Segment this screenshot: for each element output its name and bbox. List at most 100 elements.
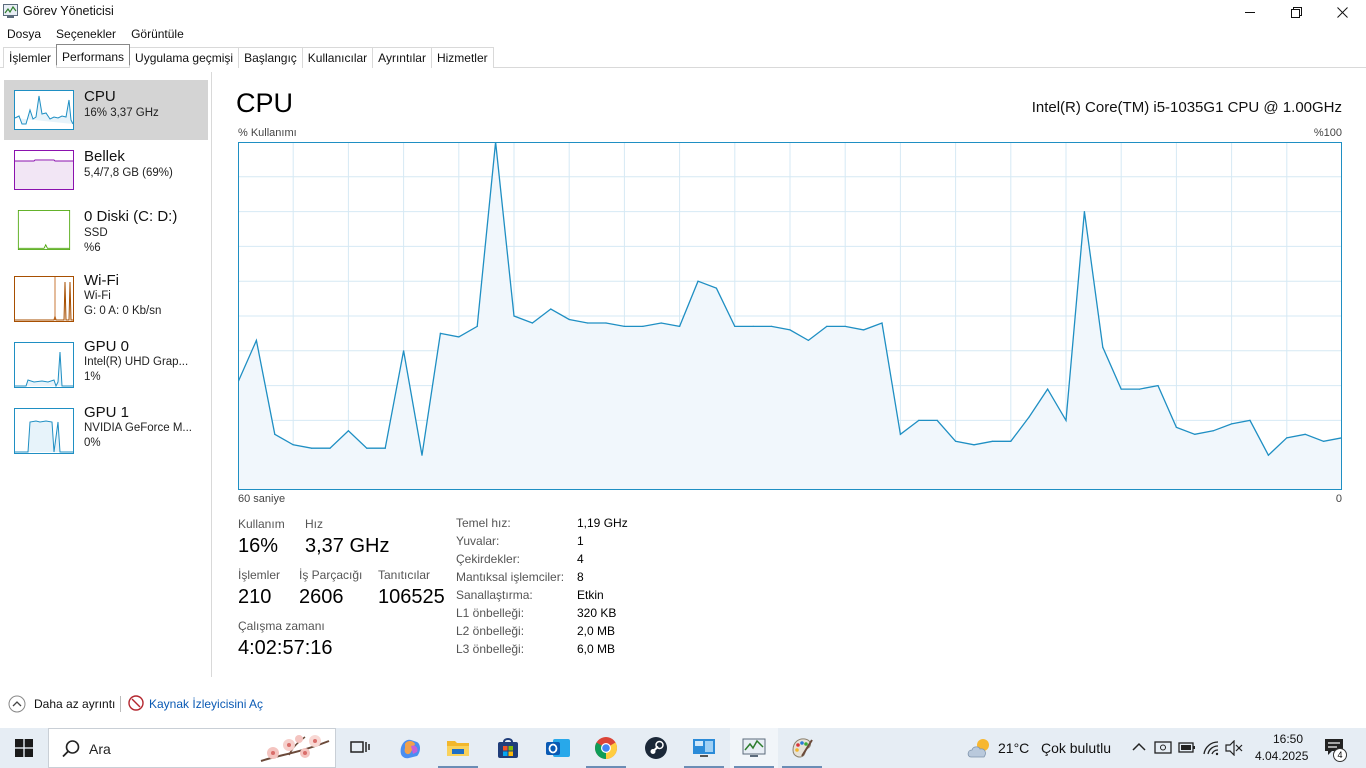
processes-value: 210 (238, 586, 272, 608)
folder-icon (447, 741, 469, 756)
tab-app-history[interactable]: Uygulama geçmişi (129, 47, 240, 68)
restore-icon (1290, 6, 1302, 18)
battery-icon[interactable] (1178, 741, 1196, 755)
chrome-button[interactable] (582, 728, 630, 768)
cpu-usage-point (292, 444, 294, 446)
cpu-usage-point (366, 447, 368, 449)
close-button[interactable] (1319, 0, 1365, 24)
device-icon[interactable] (1154, 739, 1172, 757)
detail-label: Mantıksal işlemciler: (456, 570, 565, 584)
cpu-usage-point (311, 447, 313, 449)
volume-muted-icon[interactable] (1225, 740, 1243, 756)
copilot-button[interactable] (386, 728, 434, 768)
microsoft-store-button[interactable] (484, 728, 532, 768)
wifi-thumbnail-graph (14, 276, 74, 322)
cpu-usage-point (881, 322, 883, 324)
threads-value: 2606 (299, 586, 344, 608)
cpu-usage-point (568, 318, 570, 321)
tab-performance[interactable]: Performans (56, 44, 131, 66)
cpu-usage-point (1212, 430, 1214, 432)
cpu-usage-point (255, 339, 257, 341)
cpu-usage-point (587, 322, 589, 324)
taskbar-search-box[interactable]: Ara (48, 728, 336, 768)
cpu-usage-point (1010, 440, 1012, 442)
start-button[interactable] (0, 728, 48, 768)
cpu-usage-point (458, 336, 460, 338)
menu-bar: Dosya Seçenekler Görüntüle (0, 24, 192, 44)
cpu-usage-point (329, 447, 331, 449)
tab-details[interactable]: Ayrıntılar (372, 47, 432, 68)
cpu-usage-point (1304, 433, 1306, 435)
weather-widget[interactable]: 21°C Çok bulutlu (998, 740, 1111, 756)
cpu-usage-point (1047, 388, 1049, 390)
sidebar-item-gpu0[interactable]: GPU 0 Intel(R) UHD Grap... 1% (4, 332, 208, 392)
steam-button[interactable] (632, 728, 680, 768)
paint-button[interactable] (778, 728, 826, 768)
handles-label: Tanıtıcılar (378, 568, 431, 582)
detail-label: L2 önbelleği: (456, 624, 525, 638)
taskbar: Ara 21°C Çok bulutlu 16:50 4.04.2025 4 (0, 728, 1366, 768)
remote-desktop-button[interactable] (680, 728, 728, 768)
graph-y-label: % Kullanımı (238, 127, 297, 139)
sidebar-item-disk[interactable]: 0 Diski (C: D:) SSD %6 (4, 200, 208, 260)
cpu-usage-point (826, 325, 828, 327)
cpu-usage-point (439, 332, 441, 334)
cpu-usage-point (642, 325, 644, 327)
tab-users[interactable]: Kullanıcılar (301, 47, 374, 68)
sidebar-item-title: Wi-Fi (84, 272, 119, 289)
cpu-usage-point (936, 419, 938, 421)
sidebar-item-wifi[interactable]: Wi-Fi Wi-Fi G: 0 A: 0 Kb/sn (4, 266, 208, 326)
outlook-button[interactable] (534, 728, 582, 768)
cpu-usage-point (991, 440, 994, 442)
file-explorer-button[interactable] (434, 728, 482, 768)
tab-services[interactable]: Hizmetler (430, 47, 494, 68)
menu-file[interactable]: Dosya (0, 24, 49, 44)
menu-options[interactable]: Seçenekler (49, 24, 124, 44)
cpu-usage-point (679, 325, 681, 327)
chevron-up-icon[interactable] (8, 695, 26, 713)
restore-button[interactable] (1273, 0, 1319, 24)
steam-icon (645, 737, 667, 759)
resource-monitor-icon (128, 695, 144, 711)
cpu-usage-point (863, 329, 865, 331)
tab-processes[interactable]: İşlemler (3, 47, 58, 68)
clock-time[interactable]: 16:50 (1268, 732, 1308, 746)
sidebar-item-gpu1[interactable]: GPU 1 NVIDIA GeForce M... 0% (4, 398, 208, 458)
cpu-usage-point (844, 325, 846, 327)
task-manager-taskbar-button[interactable] (730, 728, 778, 768)
cpu-usage-point (1286, 437, 1288, 439)
cpu-usage-point (1139, 388, 1141, 390)
fewer-details-button[interactable]: Daha az ayrıntı (34, 697, 115, 711)
handles-value: 106525 (378, 586, 445, 608)
minimize-icon (1245, 12, 1255, 13)
task-manager-icon (742, 738, 766, 757)
cpu-usage-point (697, 280, 699, 282)
cpu-usage-point (1157, 385, 1159, 387)
open-resource-monitor-link[interactable]: Kaynak İzleyicisini Aç (149, 697, 263, 711)
sidebar-item-detail: %6 (84, 242, 101, 254)
detail-label: Çekirdekler: (456, 552, 521, 566)
sidebar-item-cpu[interactable]: CPU 16% 3,37 GHz (4, 80, 208, 140)
speed-label: Hız (305, 517, 323, 531)
weather-cloud-icon (967, 739, 989, 758)
cpu-usage-point (752, 325, 754, 327)
graph-x-label: 60 saniye (238, 493, 286, 505)
store-icon (498, 738, 518, 758)
windows-logo-icon (15, 739, 33, 757)
sidebar-item-memory[interactable]: Bellek 5,4/7,8 GB (69%) (4, 140, 208, 200)
task-view-button[interactable] (336, 728, 384, 768)
wifi-icon[interactable] (1202, 740, 1220, 756)
tab-startup[interactable]: Başlangıç (238, 47, 303, 68)
chevron-up-icon[interactable] (1132, 742, 1146, 752)
detail-value: 6,0 MB (577, 642, 616, 656)
minimize-button[interactable] (1227, 0, 1273, 24)
cpu-usage-point (1083, 211, 1085, 213)
cpu-usage-point (660, 322, 662, 324)
sidebar-item-subtitle: NVIDIA GeForce M... (84, 422, 192, 434)
clock-date[interactable]: 4.04.2025 (1255, 749, 1308, 763)
cpu-usage-point (384, 447, 386, 449)
menu-view[interactable]: Görüntüle (124, 24, 192, 44)
sidebar-item-title: GPU 0 (84, 338, 130, 355)
sidebar-item-subtitle: 5,4/7,8 GB (69%) (84, 167, 173, 179)
detail-label: L3 önbelleği: (456, 642, 525, 656)
